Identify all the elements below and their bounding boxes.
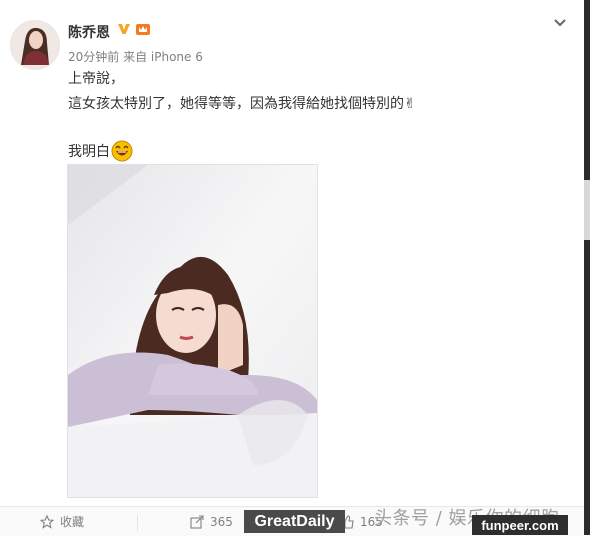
forward-icon [190,514,204,529]
funpeer-watermark: funpeer.com [472,515,568,535]
post-line-3-wrap: 我明白 [68,140,133,162]
forward-button[interactable]: 365 [190,507,233,536]
member-icon[interactable] [135,22,151,36]
favorite-button[interactable]: 收藏 [40,507,84,536]
post-photo[interactable] [67,164,318,498]
laughing-emoji-icon [111,140,133,162]
star-icon [40,514,54,529]
username[interactable]: 陈乔恩 [68,22,110,42]
forward-count: 365 [210,514,233,529]
post-meta: 20分钟前 来自 iPhone 6 [68,50,203,64]
chevron-down-icon[interactable] [553,16,567,30]
greatdaily-watermark: GreatDaily [244,510,345,533]
avatar[interactable] [10,20,60,70]
window-edge [584,0,590,535]
post-line-1: 上帝說， [68,71,124,87]
post-line-2: 這女孩太特別了，她得等等，因為我得給她找個特別的✌ [68,96,416,112]
action-divider [137,515,138,531]
verified-icon [118,24,130,34]
favorite-label: 收藏 [60,515,85,529]
post-line-3: 我明白 [68,144,110,160]
